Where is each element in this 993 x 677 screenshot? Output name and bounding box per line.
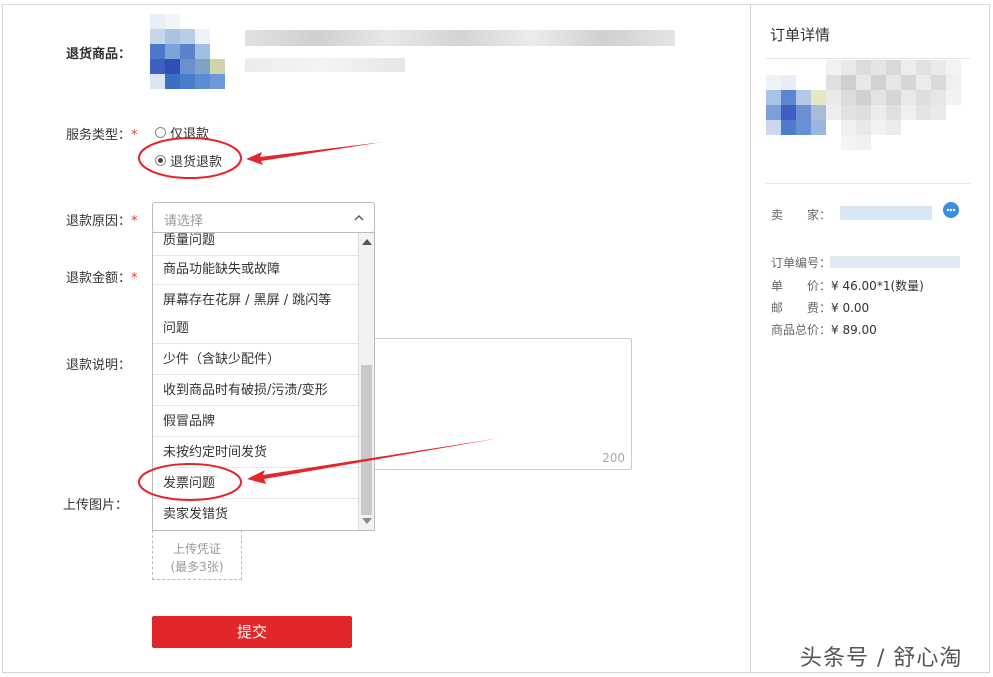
reason-option-continued[interactable]: 问题 [153, 315, 358, 344]
scroll-thumb[interactable] [361, 365, 372, 515]
radio-return-refund[interactable]: 退货退款 [155, 151, 222, 170]
order-no-blurred [830, 256, 960, 268]
reason-dropdown[interactable]: 质量问题 商品功能缺失或故障 屏幕存在花屏 / 黑屏 / 跳闪等 问题 少件（含… [152, 232, 375, 531]
reason-option[interactable]: 质量问题 [153, 233, 358, 256]
order-thumbnail [766, 60, 961, 150]
reason-option[interactable]: 少件（含缺少配件） [153, 346, 358, 375]
watermark-text: 头条号 / 舒心淘 [800, 646, 963, 671]
reason-option[interactable]: 未按约定时间发货 [153, 439, 358, 468]
upload-button[interactable]: 上传凭证 (最多3张) [152, 530, 242, 580]
reason-option[interactable]: 卖家发错货 [153, 501, 358, 529]
column-divider [750, 4, 751, 673]
radio-circle-selected[interactable] [155, 155, 166, 166]
dropdown-scrollbar[interactable] [358, 233, 374, 530]
amount-label: 退款金额：* [66, 271, 138, 286]
total-row: 商品总价：¥ 89.00 [771, 323, 877, 337]
order-detail-title: 订单详情 [770, 26, 831, 44]
order-no-row: 订单编号： [771, 256, 832, 270]
note-label: 退款说明： [66, 358, 132, 373]
upload-label: 上传图片： [63, 498, 129, 513]
unit-price-row: 单 价：¥ 46.00*1(数量) [771, 279, 924, 293]
product-label: 退货商品： [66, 47, 132, 62]
product-title-blurred [245, 30, 675, 46]
divider [766, 183, 970, 184]
reason-option[interactable]: 商品功能缺失或故障 [153, 256, 358, 285]
reason-option[interactable]: 屏幕存在花屏 / 黑屏 / 跳闪等 [153, 287, 358, 315]
radio-circle[interactable] [155, 127, 166, 138]
note-textarea[interactable]: 200 [355, 338, 632, 470]
service-type-label: 服务类型：* [66, 128, 138, 143]
reason-option[interactable]: 假冒品牌 [153, 408, 358, 437]
chevron-up-icon [354, 215, 364, 221]
reason-placeholder: 请选择 [164, 214, 204, 229]
scroll-down-arrow-icon[interactable] [362, 518, 372, 524]
chat-bubble-icon[interactable] [942, 201, 960, 219]
scroll-up-arrow-icon[interactable] [362, 239, 372, 245]
char-counter: 200 [602, 451, 625, 465]
reason-select[interactable]: 请选择 [152, 202, 375, 233]
shipping-row: 邮 费：¥ 0.00 [771, 301, 870, 315]
product-spec-blurred [245, 58, 405, 72]
reason-option[interactable]: 收到商品时有破损/污渍/变形 [153, 377, 358, 406]
seller-row: 卖 家： [771, 208, 832, 222]
reason-label: 退款原因：* [66, 214, 138, 229]
radio-refund-only[interactable]: 仅退款 [155, 123, 209, 142]
submit-button[interactable]: 提交 [152, 616, 352, 648]
seller-name-blurred [840, 206, 932, 220]
reason-option-invoice[interactable]: 发票问题 [153, 470, 358, 499]
product-thumbnail [150, 14, 225, 89]
divider [766, 58, 970, 59]
